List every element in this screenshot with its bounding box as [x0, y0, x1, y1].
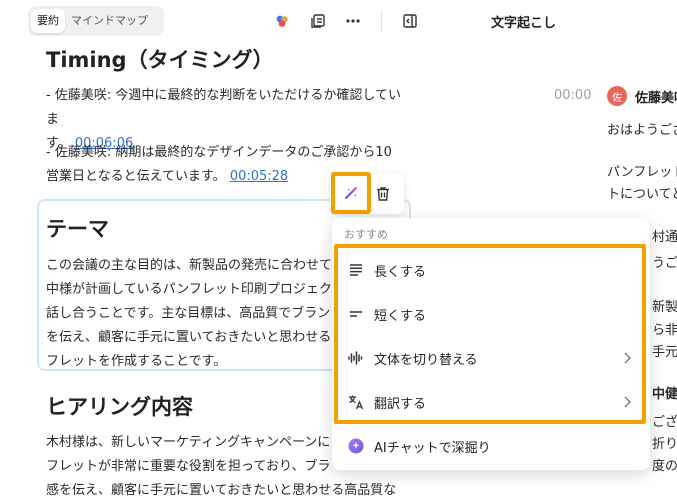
- transcript-fragment: 村通: [652, 230, 677, 245]
- menu-item-ai-chat[interactable]: AIチャットで深掘り: [340, 426, 640, 466]
- hearing-heading: ヒアリング内容: [46, 395, 193, 419]
- chevron-right-icon: [620, 351, 634, 365]
- menu-item-label: 翻訳する: [374, 396, 427, 412]
- copy-icon[interactable]: [307, 10, 329, 32]
- translate-icon: [346, 392, 366, 412]
- transcript-line: おはようござ: [607, 123, 677, 138]
- transcript-fragment: 中健太: [652, 387, 677, 402]
- avatar: 佐: [607, 86, 627, 106]
- color-icon[interactable]: [271, 10, 293, 32]
- transcript-fragment: ら非常: [652, 323, 677, 338]
- theme-heading: テーマ: [46, 217, 109, 241]
- hearing-line: 感を伝え、顧客に手元に置いておきたいと思わせる高品質な: [46, 483, 397, 498]
- menu-item-label: 短くする: [374, 308, 427, 324]
- transcript-line: トについてど: [607, 187, 677, 202]
- hearing-line: フレットが非常に重要な役割を担っており、ブラ: [46, 459, 331, 474]
- tab-mindmap[interactable]: マインドマップ: [65, 9, 154, 33]
- menu-item-label: 文体を切り替える: [374, 352, 478, 368]
- ai-chat-icon: [346, 436, 366, 456]
- transcript-title: 文字起こし: [491, 16, 557, 31]
- transcript-fragment: 度のマ: [652, 459, 677, 474]
- lines-long-icon: [346, 260, 366, 280]
- trash-icon: [377, 187, 389, 201]
- transcript-fragment: 手元に: [652, 345, 677, 360]
- lines-short-icon: [346, 304, 366, 324]
- transcript-line: パンフレット: [607, 165, 677, 180]
- menu-item-label: 長くする: [374, 264, 427, 280]
- transcript-fragment: 折りパ: [652, 437, 677, 452]
- panel-toggle-icon[interactable]: [399, 10, 421, 32]
- timing-item-2-text-cont: 営業日となると伝えています。: [46, 169, 226, 184]
- delete-button[interactable]: [372, 182, 394, 206]
- theme-line: フレットを作成することです。: [46, 354, 227, 369]
- theme-line: この会議の主な目的は、新製品の発売に合わせて: [46, 258, 333, 273]
- transcript-fragment: ございま: [652, 415, 677, 430]
- theme-body: この会議の主な目的は、新製品の発売に合わせて 中様が計画しているパンフレット印刷…: [46, 254, 336, 374]
- magic-wand-icon: [345, 187, 357, 199]
- theme-line: 話し合うことです。主な目標は、高品質でブラン: [46, 306, 331, 321]
- theme-line: 中様が計画しているパンフレット印刷プロジェク: [46, 282, 332, 297]
- menu-item-translate[interactable]: 翻訳する: [340, 382, 640, 422]
- menu-item-change-style[interactable]: 文体を切り替える: [340, 338, 640, 378]
- menu-item-label: AIチャットで深掘り: [374, 440, 491, 456]
- menu-item-shorten[interactable]: 短くする: [340, 294, 640, 334]
- waveform-icon: [346, 348, 366, 368]
- ai-assist-button[interactable]: [331, 172, 371, 214]
- view-tabs: 要約 マインドマップ: [28, 6, 164, 36]
- more-icon[interactable]: [342, 10, 364, 32]
- theme-line: を伝え、顧客に手元に置いておきたいと思わせる: [46, 330, 332, 345]
- transcript-fragment: うござ: [652, 256, 677, 271]
- timestamp-link-2[interactable]: 00:05:28: [230, 169, 288, 184]
- toolbar-divider: [381, 10, 382, 32]
- transcript-timestamp[interactable]: 00:00: [554, 88, 591, 103]
- menu-section-label: おすすめ: [344, 228, 388, 241]
- timing-item-1-text: - 佐藤美咲: 今週中に最終的な判断をいただけるか確認していま: [46, 88, 401, 127]
- tab-summary[interactable]: 要約: [31, 9, 65, 33]
- hearing-body: 木村様は、新しいマーケティングキャンペーンに フレットが非常に重要な役割を担って…: [46, 431, 397, 498]
- timing-heading: Timing（タイミング）: [46, 48, 274, 72]
- timing-heading-wrap: Timing（タイミング）: [46, 44, 406, 76]
- timing-item-2-text: - 佐藤美咲: 納期は最終的なデザインデータのご承認から10: [46, 145, 392, 160]
- menu-item-lengthen[interactable]: 長くする: [340, 250, 640, 290]
- hearing-line: 木村様は、新しいマーケティングキャンペーンに: [46, 435, 331, 450]
- speaker-name: 佐藤美咲: [635, 91, 677, 106]
- chevron-right-icon: [620, 395, 634, 409]
- transcript-fragment: 新製品: [652, 300, 677, 315]
